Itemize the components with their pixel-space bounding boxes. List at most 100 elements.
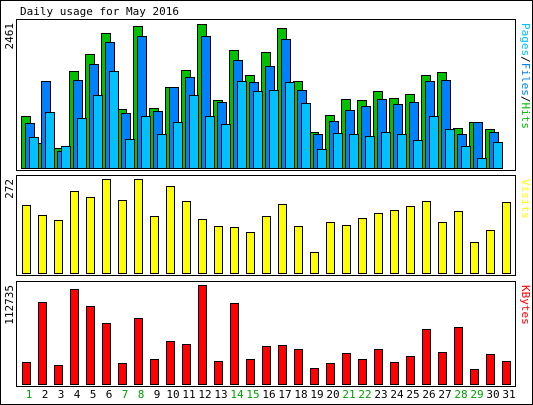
kbytes-bar [310, 368, 319, 385]
day-label: 3 [58, 388, 65, 401]
day-label: 12 [198, 388, 211, 401]
legend-entry: Hits [519, 103, 532, 130]
kbytes-bar [406, 356, 415, 385]
pages-bar [77, 118, 87, 169]
pages-bar [157, 134, 167, 169]
kbytes-bar [38, 302, 47, 385]
pages-bar [349, 134, 359, 169]
day-label: 22 [358, 388, 371, 401]
legend: Visits [519, 179, 532, 219]
kbytes-bar [230, 303, 239, 385]
kbytes-bar [470, 369, 479, 385]
pages-bar [461, 146, 471, 169]
kbytes-bar [102, 323, 111, 385]
pages-bar [477, 158, 487, 169]
kbytes-bar [262, 346, 271, 385]
day-label: 1 [26, 388, 33, 401]
pages-bar [173, 122, 183, 169]
visits-bar [214, 226, 223, 274]
day-label: 6 [106, 388, 113, 401]
kbytes-bar [326, 363, 335, 385]
visits-bar [438, 222, 447, 274]
day-label: 10 [166, 388, 179, 401]
visits-bar [294, 226, 303, 274]
day-label: 19 [310, 388, 323, 401]
visits-bar [326, 222, 335, 274]
kbytes-bar [486, 354, 495, 385]
pages-bar [45, 112, 55, 169]
pages-bar [269, 90, 279, 169]
legend-entry: / [519, 96, 532, 103]
kbytes-bar [134, 318, 143, 385]
day-label: 5 [90, 388, 97, 401]
legend-entry: / [519, 56, 532, 63]
visits-bar [262, 216, 271, 274]
visits-bar [198, 219, 207, 274]
visits-bar [134, 179, 143, 274]
kbytes-bar [342, 353, 351, 385]
visits-bar [502, 202, 511, 274]
kbytes-bar [390, 362, 399, 385]
day-label: 24 [390, 388, 404, 401]
legend-entry: KBytes [519, 285, 532, 325]
kbytes-bar [198, 285, 207, 385]
kbytes-bar [374, 349, 383, 385]
visits-bar [470, 242, 479, 274]
day-label: 20 [326, 388, 339, 401]
pages-bar [365, 136, 375, 169]
pages-bar [205, 116, 215, 169]
visits-bar [102, 179, 111, 274]
day-label: 13 [214, 388, 227, 401]
legend-entry: Files [519, 63, 532, 96]
pages-bar [189, 95, 199, 169]
visits-bar [118, 200, 127, 274]
kbytes-bar [54, 365, 63, 385]
visits-bar [310, 252, 319, 274]
kbytes-bar [246, 359, 255, 385]
chart-title: Daily usage for May 2016 [20, 5, 179, 18]
day-label: 26 [422, 388, 435, 401]
pages-bar [317, 149, 327, 169]
legend: KBytes [519, 285, 532, 325]
day-label: 30 [486, 388, 499, 401]
pages-bar [253, 91, 263, 169]
visits-bar [454, 211, 463, 274]
visits-bar [422, 201, 431, 274]
day-label: 9 [154, 388, 161, 401]
day-label: 8 [138, 388, 145, 401]
pages-bar [493, 142, 503, 169]
daily-usage-chart: Daily usage for May 2016 2461 Pages/Files… [0, 0, 533, 405]
visits-bar [486, 230, 495, 274]
day-label: 4 [74, 388, 81, 401]
visits-bar [70, 191, 79, 274]
visits-bar [38, 215, 47, 274]
visits-bar [246, 232, 255, 274]
pages-bar [445, 129, 455, 169]
pages-bar [429, 116, 439, 169]
kbytes-bar [86, 306, 95, 385]
day-label: 14 [230, 388, 244, 401]
kbytes-bar [150, 359, 159, 385]
pages-bar [413, 140, 423, 169]
day-label: 17 [278, 388, 291, 401]
visits-bar [166, 186, 175, 274]
visits-bar [390, 210, 399, 274]
day-label: 21 [342, 388, 355, 401]
day-label: 18 [294, 388, 307, 401]
pages-bar [141, 116, 151, 169]
kbytes-bar [118, 363, 127, 385]
pages-bar [125, 139, 135, 169]
legend: Pages/Files/Hits [519, 23, 532, 129]
day-label: 11 [182, 388, 195, 401]
visits-bar [374, 213, 383, 274]
visits-bar [22, 205, 31, 274]
y-max-label: 272 [3, 179, 16, 199]
visits-bar [54, 220, 63, 274]
pages-bar [397, 134, 407, 169]
visits-bar [278, 204, 287, 274]
visits-bar [406, 206, 415, 274]
y-max-label: 2461 [3, 23, 16, 50]
pages-bar [333, 133, 343, 169]
kbytes-bar [358, 359, 367, 385]
pages-bar [109, 71, 119, 169]
